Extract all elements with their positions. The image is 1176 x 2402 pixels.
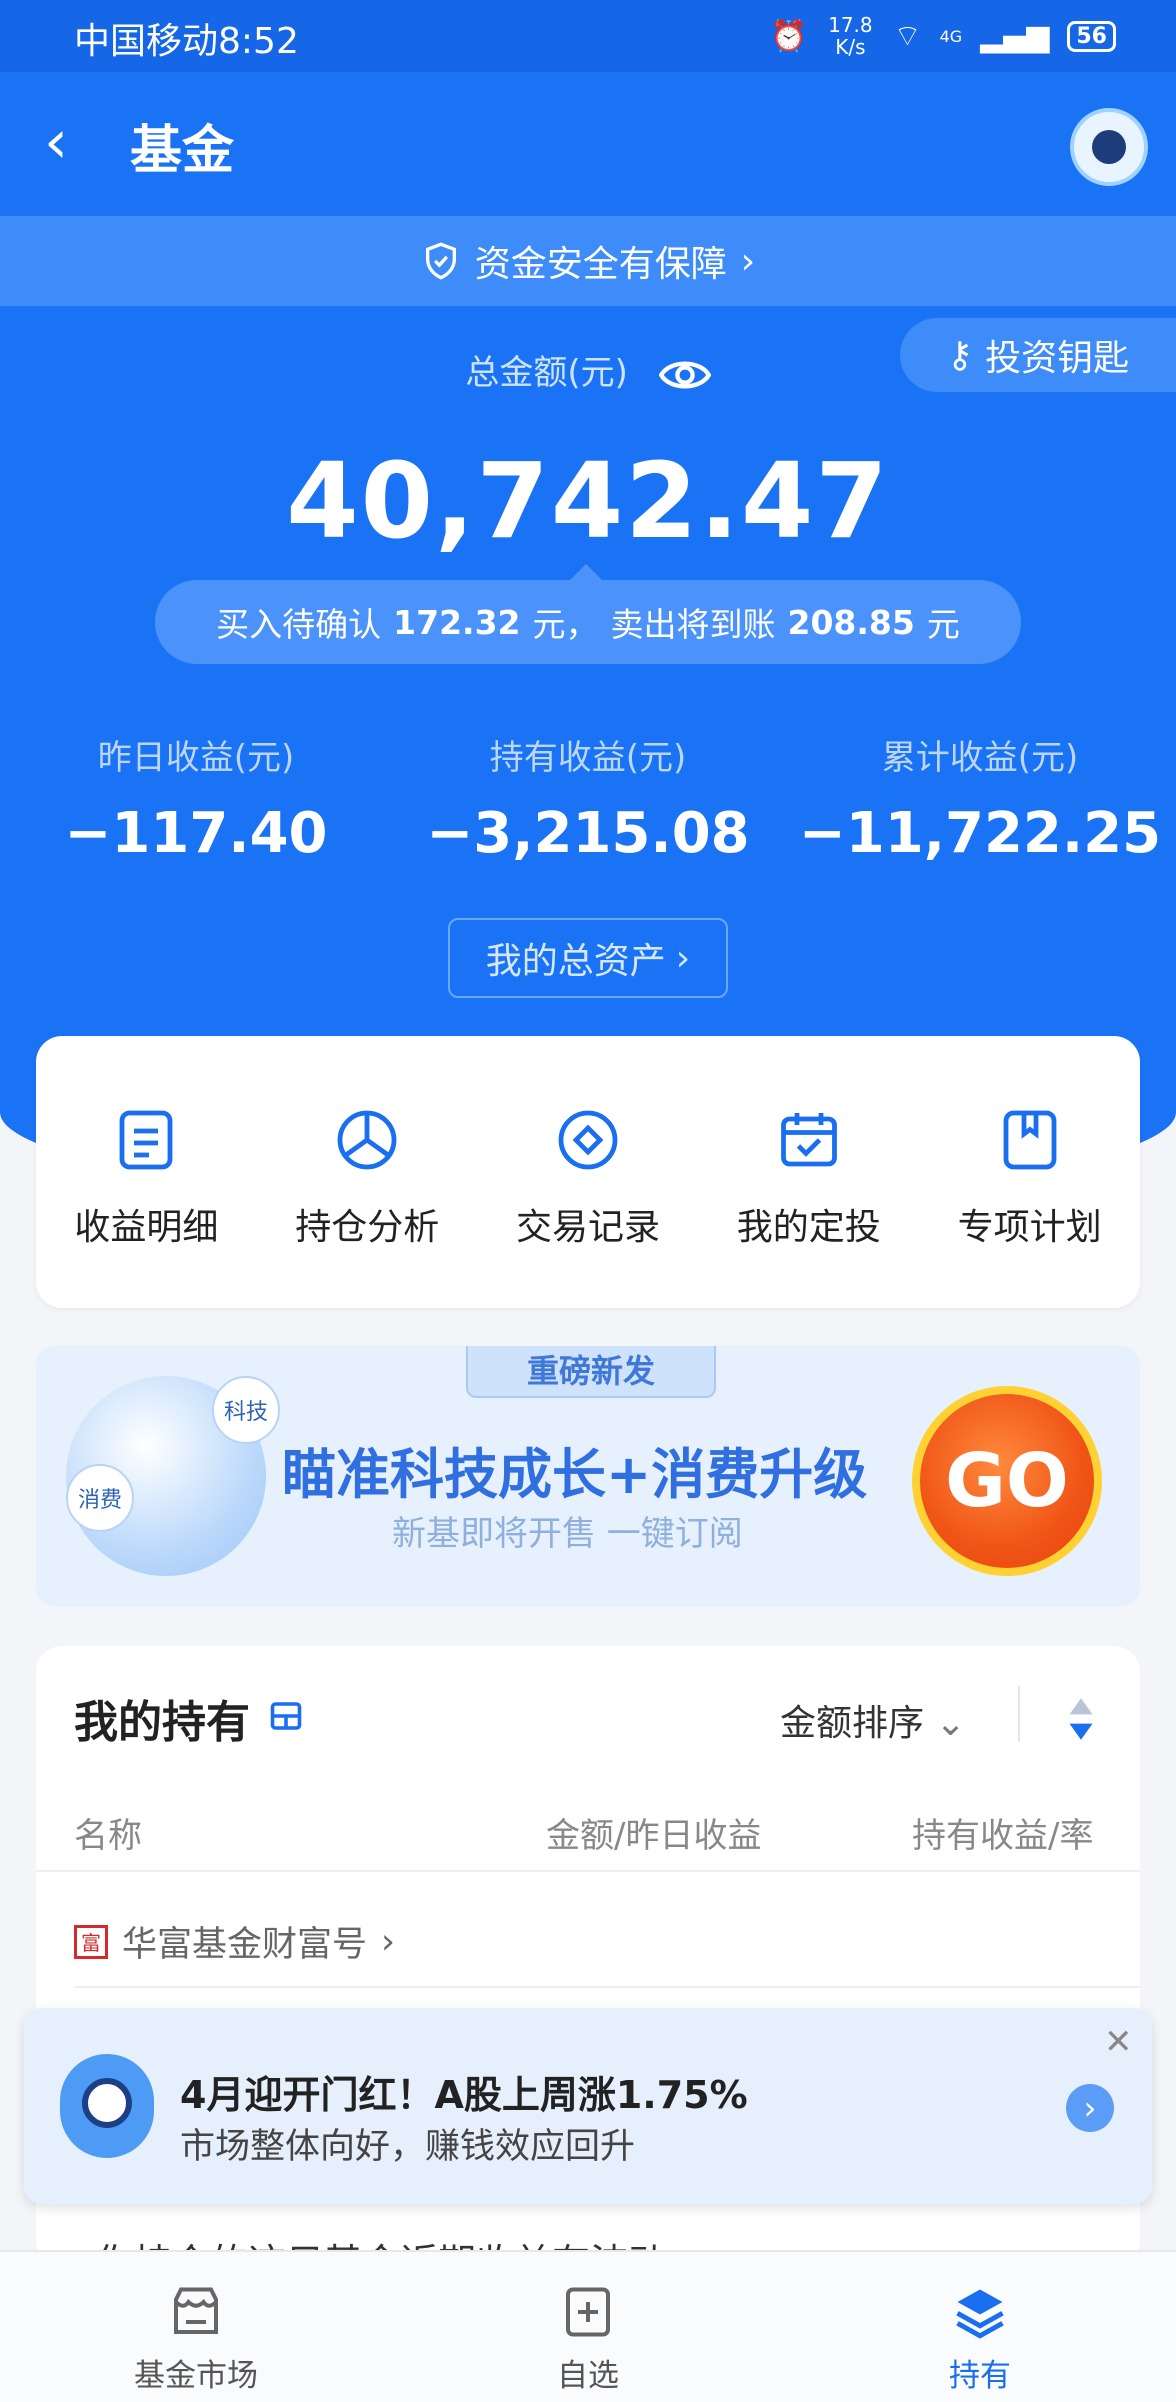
diamond-icon xyxy=(558,1110,618,1170)
menu-my-sip[interactable]: 我的定投 xyxy=(698,1036,919,1308)
bookmark-icon xyxy=(1003,1110,1056,1170)
wifi-icon: ⌔ xyxy=(893,19,922,54)
page-title: 基金 xyxy=(130,121,235,181)
add-watchlist-icon xyxy=(566,2287,610,2337)
grid-view-icon[interactable] xyxy=(268,1698,304,1734)
toast-subtitle: 市场整体向好，赚钱效应回升 xyxy=(180,2127,636,2167)
promo-banner[interactable]: 重磅新发 科技 消费 瞄准科技成长+消费升级 新基即将开售 一键订阅 GO xyxy=(36,1346,1140,1606)
back-icon[interactable]: ‹ xyxy=(44,112,94,172)
net-speed: 17.8 K/s xyxy=(828,13,873,59)
mascot-icon xyxy=(60,2054,154,2158)
security-banner[interactable]: 资金安全有保障 › xyxy=(0,216,1176,306)
status-icons: ⏰ 17.8 K/s ⌔ 4G ▂▄▆ 56 xyxy=(770,14,1116,58)
layers-icon xyxy=(956,2289,1004,2339)
column-amount: 金额/昨日收益 xyxy=(546,1816,762,1856)
menu-income-detail[interactable]: 收益明细 xyxy=(36,1036,257,1308)
quick-menu: 收益明细 持仓分析 交易记录 我的定投 专项计划 xyxy=(36,1036,1140,1308)
stat-yesterday: 昨日收益(元) −117.40 xyxy=(64,738,328,866)
holdings-title: 我的持有 xyxy=(74,1697,250,1748)
signal-icon: ▂▄▆ xyxy=(980,18,1050,54)
calendar-check-icon xyxy=(780,1113,837,1167)
promo-title: 瞄准科技成长+消费升级 xyxy=(282,1443,868,1506)
column-holding-return: 持有收益/率 xyxy=(912,1816,1094,1856)
network-type: 4G xyxy=(939,26,963,46)
pending-transactions: 买入待确认 172.32 元， 卖出将到账 208.85 元 xyxy=(155,564,1021,664)
close-icon[interactable]: ✕ xyxy=(1104,2022,1133,2062)
chevron-down-icon: ⌄ xyxy=(935,1703,966,1744)
consumer-bubble: 消费 xyxy=(66,1464,134,1532)
column-name: 名称 xyxy=(74,1816,142,1856)
go-button[interactable]: GO xyxy=(912,1386,1102,1576)
promo-tag: 重磅新发 xyxy=(466,1346,716,1398)
arrow-right-icon[interactable]: › xyxy=(1066,2084,1114,2132)
sort-dropdown[interactable]: 金额排序 ⌄ xyxy=(780,1694,966,1746)
total-assets-button[interactable]: 我的总资产 › xyxy=(448,918,728,998)
divider xyxy=(1018,1686,1020,1742)
document-icon xyxy=(119,1110,173,1170)
toast-title: 4月迎开门红！A股上周涨1.75% xyxy=(180,2073,748,2117)
stat-cumulative: 累计收益(元) −11,722.25 xyxy=(798,738,1162,866)
chevron-right-icon: › xyxy=(381,1921,396,1962)
menu-trade-records[interactable]: 交易记录 xyxy=(478,1036,699,1308)
chevron-right-icon: › xyxy=(740,240,756,282)
battery-icon: 56 xyxy=(1067,20,1116,52)
tab-holdings[interactable]: 持有 xyxy=(784,2252,1176,2402)
divider xyxy=(74,1986,1140,1988)
promo-subtitle: 新基即将开售 一键订阅 xyxy=(392,1514,743,1554)
tech-bubble: 科技 xyxy=(212,1376,280,1444)
market-toast[interactable]: 4月迎开门红！A股上周涨1.75% 市场整体向好，赚钱效应回升 ✕ › xyxy=(24,2008,1152,2204)
total-amount-value: 40,742.47 xyxy=(286,440,890,562)
security-banner-label: 资金安全有保障 xyxy=(474,244,727,285)
divider xyxy=(36,1870,1140,1872)
sort-order-icon[interactable] xyxy=(1066,1696,1096,1742)
carrier-time: 中国移动8:52 xyxy=(74,21,299,62)
company-logo-icon: 富 xyxy=(74,1924,108,1959)
chevron-right-icon: › xyxy=(675,937,691,979)
menu-position-analysis[interactable]: 持仓分析 xyxy=(257,1036,478,1308)
tab-watchlist[interactable]: 自选 xyxy=(392,2252,784,2402)
market-icon xyxy=(174,2287,218,2334)
alarm-icon: ⏰ xyxy=(770,18,808,54)
tab-fund-market[interactable]: 基金市场 xyxy=(0,2252,392,2402)
menu-special-plan[interactable]: 专项计划 xyxy=(919,1036,1140,1308)
stat-holding: 持有收益(元) −3,215.08 xyxy=(426,738,750,866)
shield-icon xyxy=(425,242,456,280)
bottom-tab-bar: 基金市场 自选 持有 xyxy=(0,2250,1176,2402)
pie-chart-icon xyxy=(337,1110,397,1170)
eye-icon[interactable] xyxy=(658,355,712,395)
status-bar: 中国移动8:52 ⏰ 17.8 K/s ⌔ 4G ▂▄▆ 56 xyxy=(0,0,1176,72)
fund-company-row[interactable]: 富 华富基金财富号 › xyxy=(74,1916,395,1967)
mascot-avatar-icon[interactable] xyxy=(1070,108,1148,186)
total-amount-label: 总金额(元) xyxy=(0,345,1176,395)
